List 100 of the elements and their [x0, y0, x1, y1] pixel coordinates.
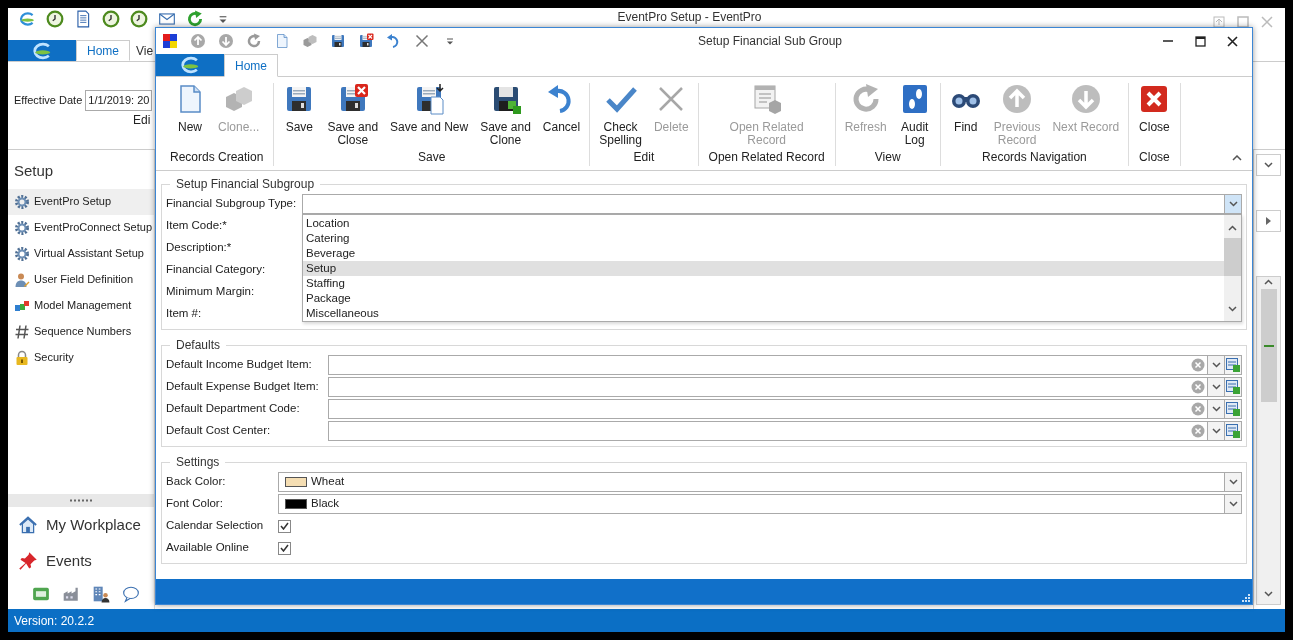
sidebar-item[interactable]: EventProConnect Setup	[8, 214, 154, 241]
scrollbar[interactable]	[1224, 215, 1241, 321]
chevron-down-icon	[1211, 384, 1221, 390]
checkbox[interactable]	[278, 519, 291, 533]
sidebar-title: Setup	[13, 161, 55, 181]
app-menu-button[interactable]	[8, 40, 76, 61]
group-label: Save	[417, 149, 447, 166]
ribbon-button[interactable]: New	[169, 83, 211, 134]
ribbon-button[interactable]: Check Spelling	[594, 83, 647, 147]
right-arrow-icon	[1266, 217, 1271, 225]
ribbon-button[interactable]: Close	[1133, 83, 1176, 134]
toolbar-button[interactable]	[358, 33, 374, 49]
app-menu-button[interactable]	[156, 54, 224, 76]
down-arrow-icon	[218, 33, 234, 49]
section-title: Setup Financial Subgroup	[175, 177, 316, 191]
checkmark-icon	[280, 522, 289, 530]
chevron-down-icon	[1228, 201, 1238, 207]
lookup-field[interactable]	[328, 421, 1242, 441]
dropdown-button[interactable]	[1207, 400, 1224, 418]
toolbar-button[interactable]	[162, 33, 178, 49]
delete-icon	[414, 33, 430, 49]
maximize-icon	[1194, 35, 1206, 47]
color-field[interactable]: Black	[278, 494, 1242, 514]
lookup-field[interactable]	[328, 377, 1242, 397]
lookup-field[interactable]	[328, 355, 1242, 375]
dropdown-button[interactable]	[1224, 195, 1241, 213]
ribbon-button[interactable]: Find	[944, 83, 987, 134]
ribbon-tab[interactable]: Vie	[130, 40, 155, 61]
grip-icon	[69, 499, 93, 502]
user-icon	[14, 271, 30, 288]
group-label: Open Related Record	[707, 149, 826, 166]
lookup-button[interactable]	[1224, 422, 1241, 440]
collapse-icon	[1232, 154, 1242, 161]
group-label: Records Creation	[169, 149, 265, 166]
scrollbar[interactable]	[1256, 276, 1281, 605]
group-label: View	[873, 149, 902, 166]
field-label: Financial Subgroup Type:	[166, 196, 298, 212]
color-field[interactable]: Wheat	[278, 472, 1242, 492]
building-person-icon	[92, 585, 110, 603]
sidebar-item[interactable]: Sequence Numbers	[8, 318, 154, 345]
nav-item[interactable]: Events	[8, 543, 154, 579]
scroll-right-button[interactable]	[1256, 210, 1281, 232]
dropdown-button[interactable]	[1224, 473, 1241, 491]
date-field[interactable]: 1/1/2019: 20	[85, 90, 153, 111]
toolbar-button[interactable]	[330, 33, 346, 49]
ribbon-tab[interactable]: Home	[224, 54, 278, 77]
lookup-button[interactable]	[1224, 356, 1241, 374]
nav-button[interactable]	[92, 585, 110, 603]
table-icon	[1226, 380, 1240, 394]
gear-icon	[14, 245, 30, 262]
sidebar-item[interactable]: EventPro Setup	[8, 188, 154, 215]
ribbon-button[interactable]: Cancel	[537, 83, 586, 134]
ribbon-button[interactable]: Save and Close	[322, 83, 384, 147]
chevron-down-icon	[1228, 479, 1238, 485]
checkmark-icon	[280, 544, 289, 552]
restore-icon	[1213, 15, 1225, 28]
nav-item[interactable]: My Workplace	[8, 507, 154, 543]
lookup-field[interactable]	[328, 399, 1242, 419]
dropdown-option[interactable]: Package	[303, 291, 1224, 306]
dropdown-option[interactable]: Beverage	[303, 246, 1224, 261]
lock-icon	[14, 349, 30, 366]
field-label: Financial Category:	[166, 262, 267, 278]
dropdown-option[interactable]: Staffing	[303, 276, 1224, 291]
field-label: Font Color:	[166, 496, 224, 512]
dropdown-button[interactable]	[1207, 378, 1224, 396]
section-title: Defaults	[175, 338, 222, 352]
maximize-icon	[1237, 15, 1249, 28]
table-icon	[1226, 402, 1240, 416]
dropdown-option[interactable]: Miscellaneous	[303, 306, 1224, 321]
sidebar-item[interactable]: Model Management	[8, 292, 154, 319]
checkbox-label: Available Online	[166, 540, 250, 556]
sidebar-item[interactable]: User Field Definition	[8, 266, 154, 293]
field-label: Item #:	[166, 306, 203, 322]
ribbon-button[interactable]: Audit Log	[893, 83, 936, 147]
checkbox[interactable]	[278, 541, 291, 555]
dropdown-button[interactable]	[1207, 356, 1224, 374]
chevron-down-icon	[1211, 428, 1221, 434]
dropdown-button[interactable]	[1207, 422, 1224, 440]
chevron-down-icon	[1211, 406, 1221, 412]
gear-icon	[14, 219, 30, 236]
sidebar-item[interactable]: Security	[8, 344, 154, 371]
group-label: Edit	[632, 149, 656, 166]
ribbon-button[interactable]: Save and Clone	[475, 83, 536, 147]
dropdown-option[interactable]: Location	[303, 216, 1224, 231]
ribbon-tab[interactable]: Home	[76, 40, 130, 61]
field-label: Default Income Budget Item:	[166, 357, 313, 373]
ribbon-button[interactable]: Save and New	[385, 83, 474, 134]
scroll-thumb[interactable]	[1224, 238, 1241, 277]
dropdown-button[interactable]	[1224, 495, 1241, 513]
sidebar-item[interactable]: Virtual Assistant Setup	[8, 240, 154, 267]
cubes-icon	[302, 33, 318, 49]
lookup-button[interactable]	[1224, 400, 1241, 418]
field-label: Item Code:*	[166, 218, 228, 234]
lookup-button[interactable]	[1224, 378, 1241, 396]
dropdown-option[interactable]: Setup	[303, 261, 1224, 276]
dropdown-option[interactable]: Catering	[303, 231, 1224, 246]
ribbon-button[interactable]: Save	[278, 83, 321, 134]
checkbox-label: Calendar Selection	[166, 518, 265, 534]
group-label: Edi	[133, 111, 151, 129]
field-label: Default Department Code:	[166, 401, 301, 417]
